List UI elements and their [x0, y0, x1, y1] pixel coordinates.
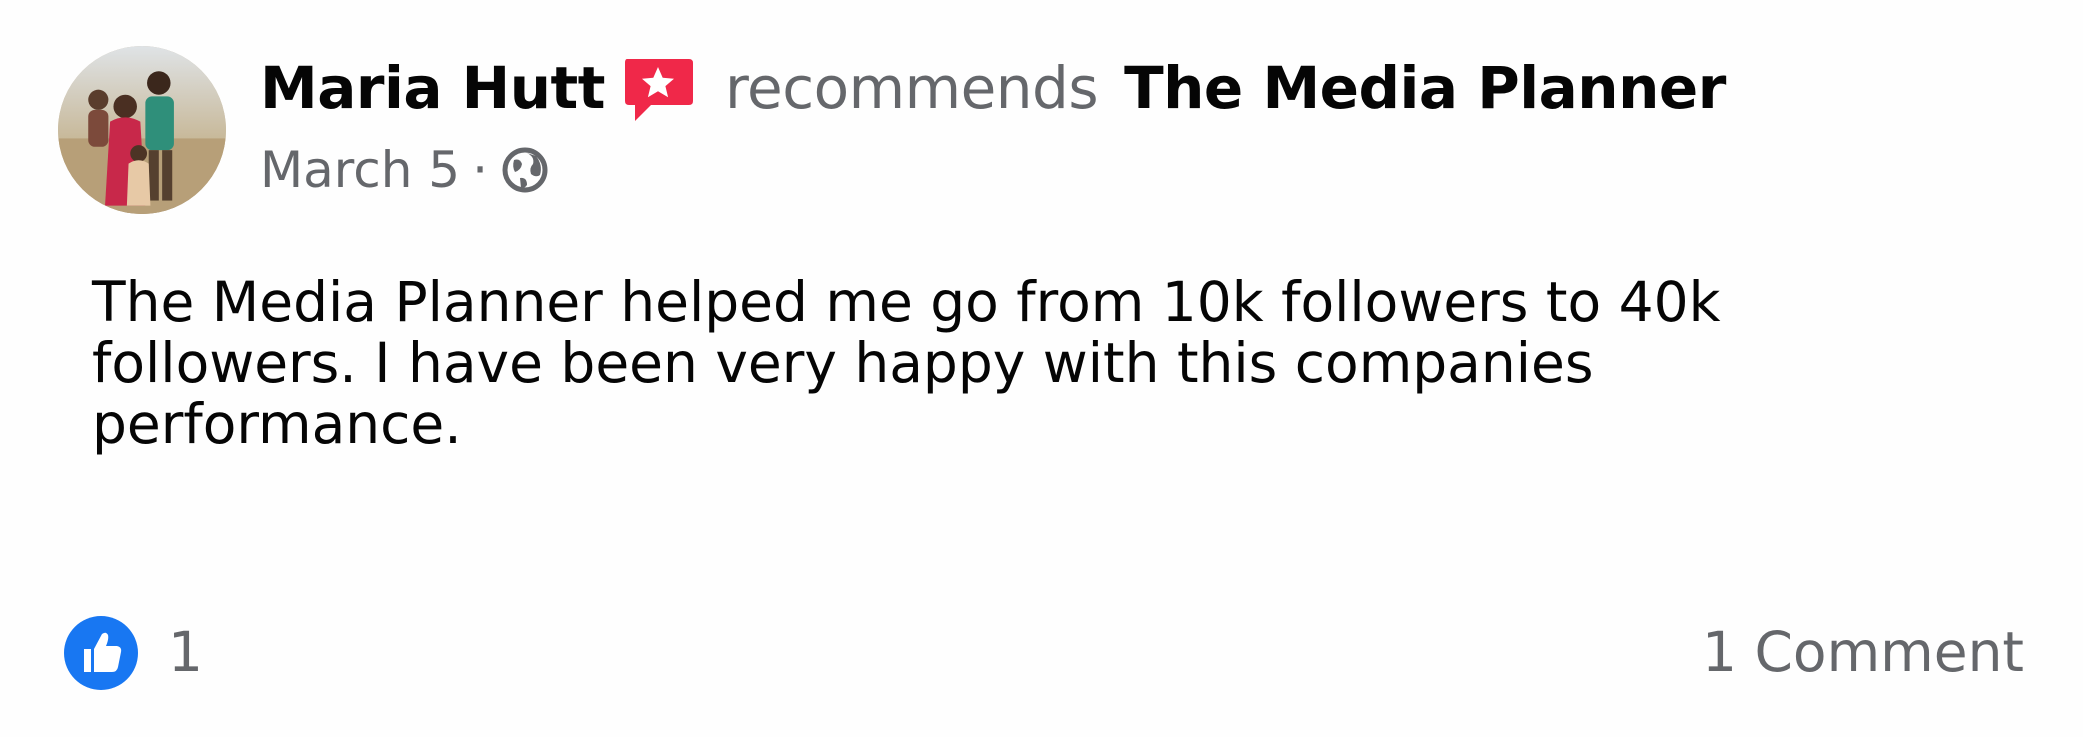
- comments-count-link[interactable]: 1 Comment: [1702, 612, 2024, 692]
- post-meta: March 5 ·: [260, 135, 550, 205]
- globe-icon[interactable]: [500, 145, 550, 195]
- avatar-photo: [58, 46, 226, 214]
- like-icon[interactable]: [64, 616, 138, 690]
- meta-separator: ·: [472, 141, 489, 199]
- author-name[interactable]: Maria Hutt: [260, 54, 605, 122]
- post-card: Maria Hutt recommends The Media Planner …: [0, 0, 2083, 737]
- recommended-page-link[interactable]: The Media Planner: [1124, 54, 1726, 122]
- author-avatar[interactable]: [58, 46, 226, 214]
- action-text: recommends: [724, 54, 1099, 122]
- reaction-count[interactable]: 1: [168, 612, 203, 692]
- recommendation-star-icon: [621, 55, 695, 125]
- post-header: Maria Hutt recommends The Media Planner: [260, 48, 1726, 128]
- post-footer: 1 1 Comment: [64, 612, 2024, 692]
- post-body: The Media Planner helped me go from 10k …: [92, 270, 1721, 456]
- post-timestamp[interactable]: March 5: [260, 141, 460, 199]
